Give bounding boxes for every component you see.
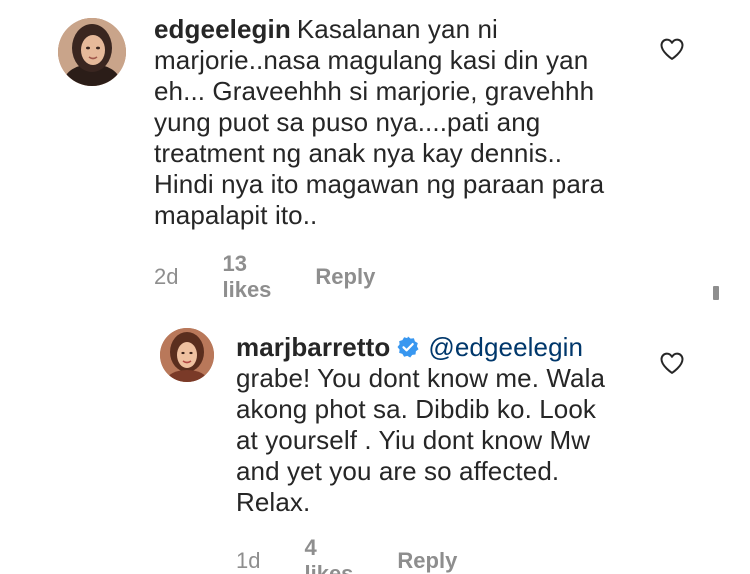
comment-line: treatment ng anak nya kay dennis.. xyxy=(154,138,563,168)
likes-count[interactable]: 13 likes xyxy=(222,251,271,303)
verified-badge-icon xyxy=(397,336,419,358)
username[interactable]: edgeelegin xyxy=(154,14,291,44)
username[interactable]: marjbarretto xyxy=(236,332,390,362)
comment-body: marjbarretto @edgeelegin grabe! You dont… xyxy=(236,332,656,518)
comment-line: marjbarretto @edgeelegin xyxy=(236,332,656,363)
comment-meta: 2d 13 likes Reply xyxy=(154,251,419,303)
likes-count[interactable]: 4 likes xyxy=(304,535,353,574)
comment-line: yung puot sa puso nya....pati ang xyxy=(154,107,541,137)
avatar-marjbarretto[interactable] xyxy=(160,328,214,382)
mention-link[interactable]: @edgeelegin xyxy=(428,332,583,362)
comment-line: and yet you are so affected. xyxy=(236,456,560,486)
timestamp: 1d xyxy=(236,548,261,573)
reply-button[interactable]: Reply xyxy=(397,548,457,574)
timestamp: 2d xyxy=(154,264,179,289)
comment-line: Relax. xyxy=(236,487,311,517)
comment-line: Hindi nya ito magawan ng paraan para xyxy=(154,169,605,199)
comment-body: edgeelegin Kasalanan yan ni marjorie..nas… xyxy=(154,14,634,231)
profile-photo-icon xyxy=(58,18,126,86)
comment-line: grabe! You dont know me. Wala xyxy=(236,363,606,393)
comment-text: Kasalanan yan ni xyxy=(296,14,498,44)
avatar-edgeelegin[interactable] xyxy=(58,18,126,86)
heart-outline-icon[interactable] xyxy=(658,349,686,377)
profile-photo-icon xyxy=(160,328,214,382)
comment-line: akong phot sa. Dibdib ko. Look xyxy=(236,394,597,424)
reply-button[interactable]: Reply xyxy=(315,264,375,290)
comment-line: at yourself . Yiu dont know Mw xyxy=(236,425,591,455)
comment-line: eh... Graveehhh si marjorie, gravehhh xyxy=(154,76,595,106)
comment-line: edgeelegin Kasalanan yan ni xyxy=(154,14,634,45)
heart-outline-icon[interactable] xyxy=(658,35,686,63)
comment-thread: edgeelegin Kasalanan yan ni marjorie..nas… xyxy=(0,0,750,574)
comment-line: marjorie..nasa magulang kasi din yan xyxy=(154,45,589,75)
comment-meta: 1d 4 likes Reply xyxy=(236,535,501,574)
scrollbar-thumb[interactable] xyxy=(713,286,719,300)
comment-line: mapalapit ito.. xyxy=(154,200,318,230)
